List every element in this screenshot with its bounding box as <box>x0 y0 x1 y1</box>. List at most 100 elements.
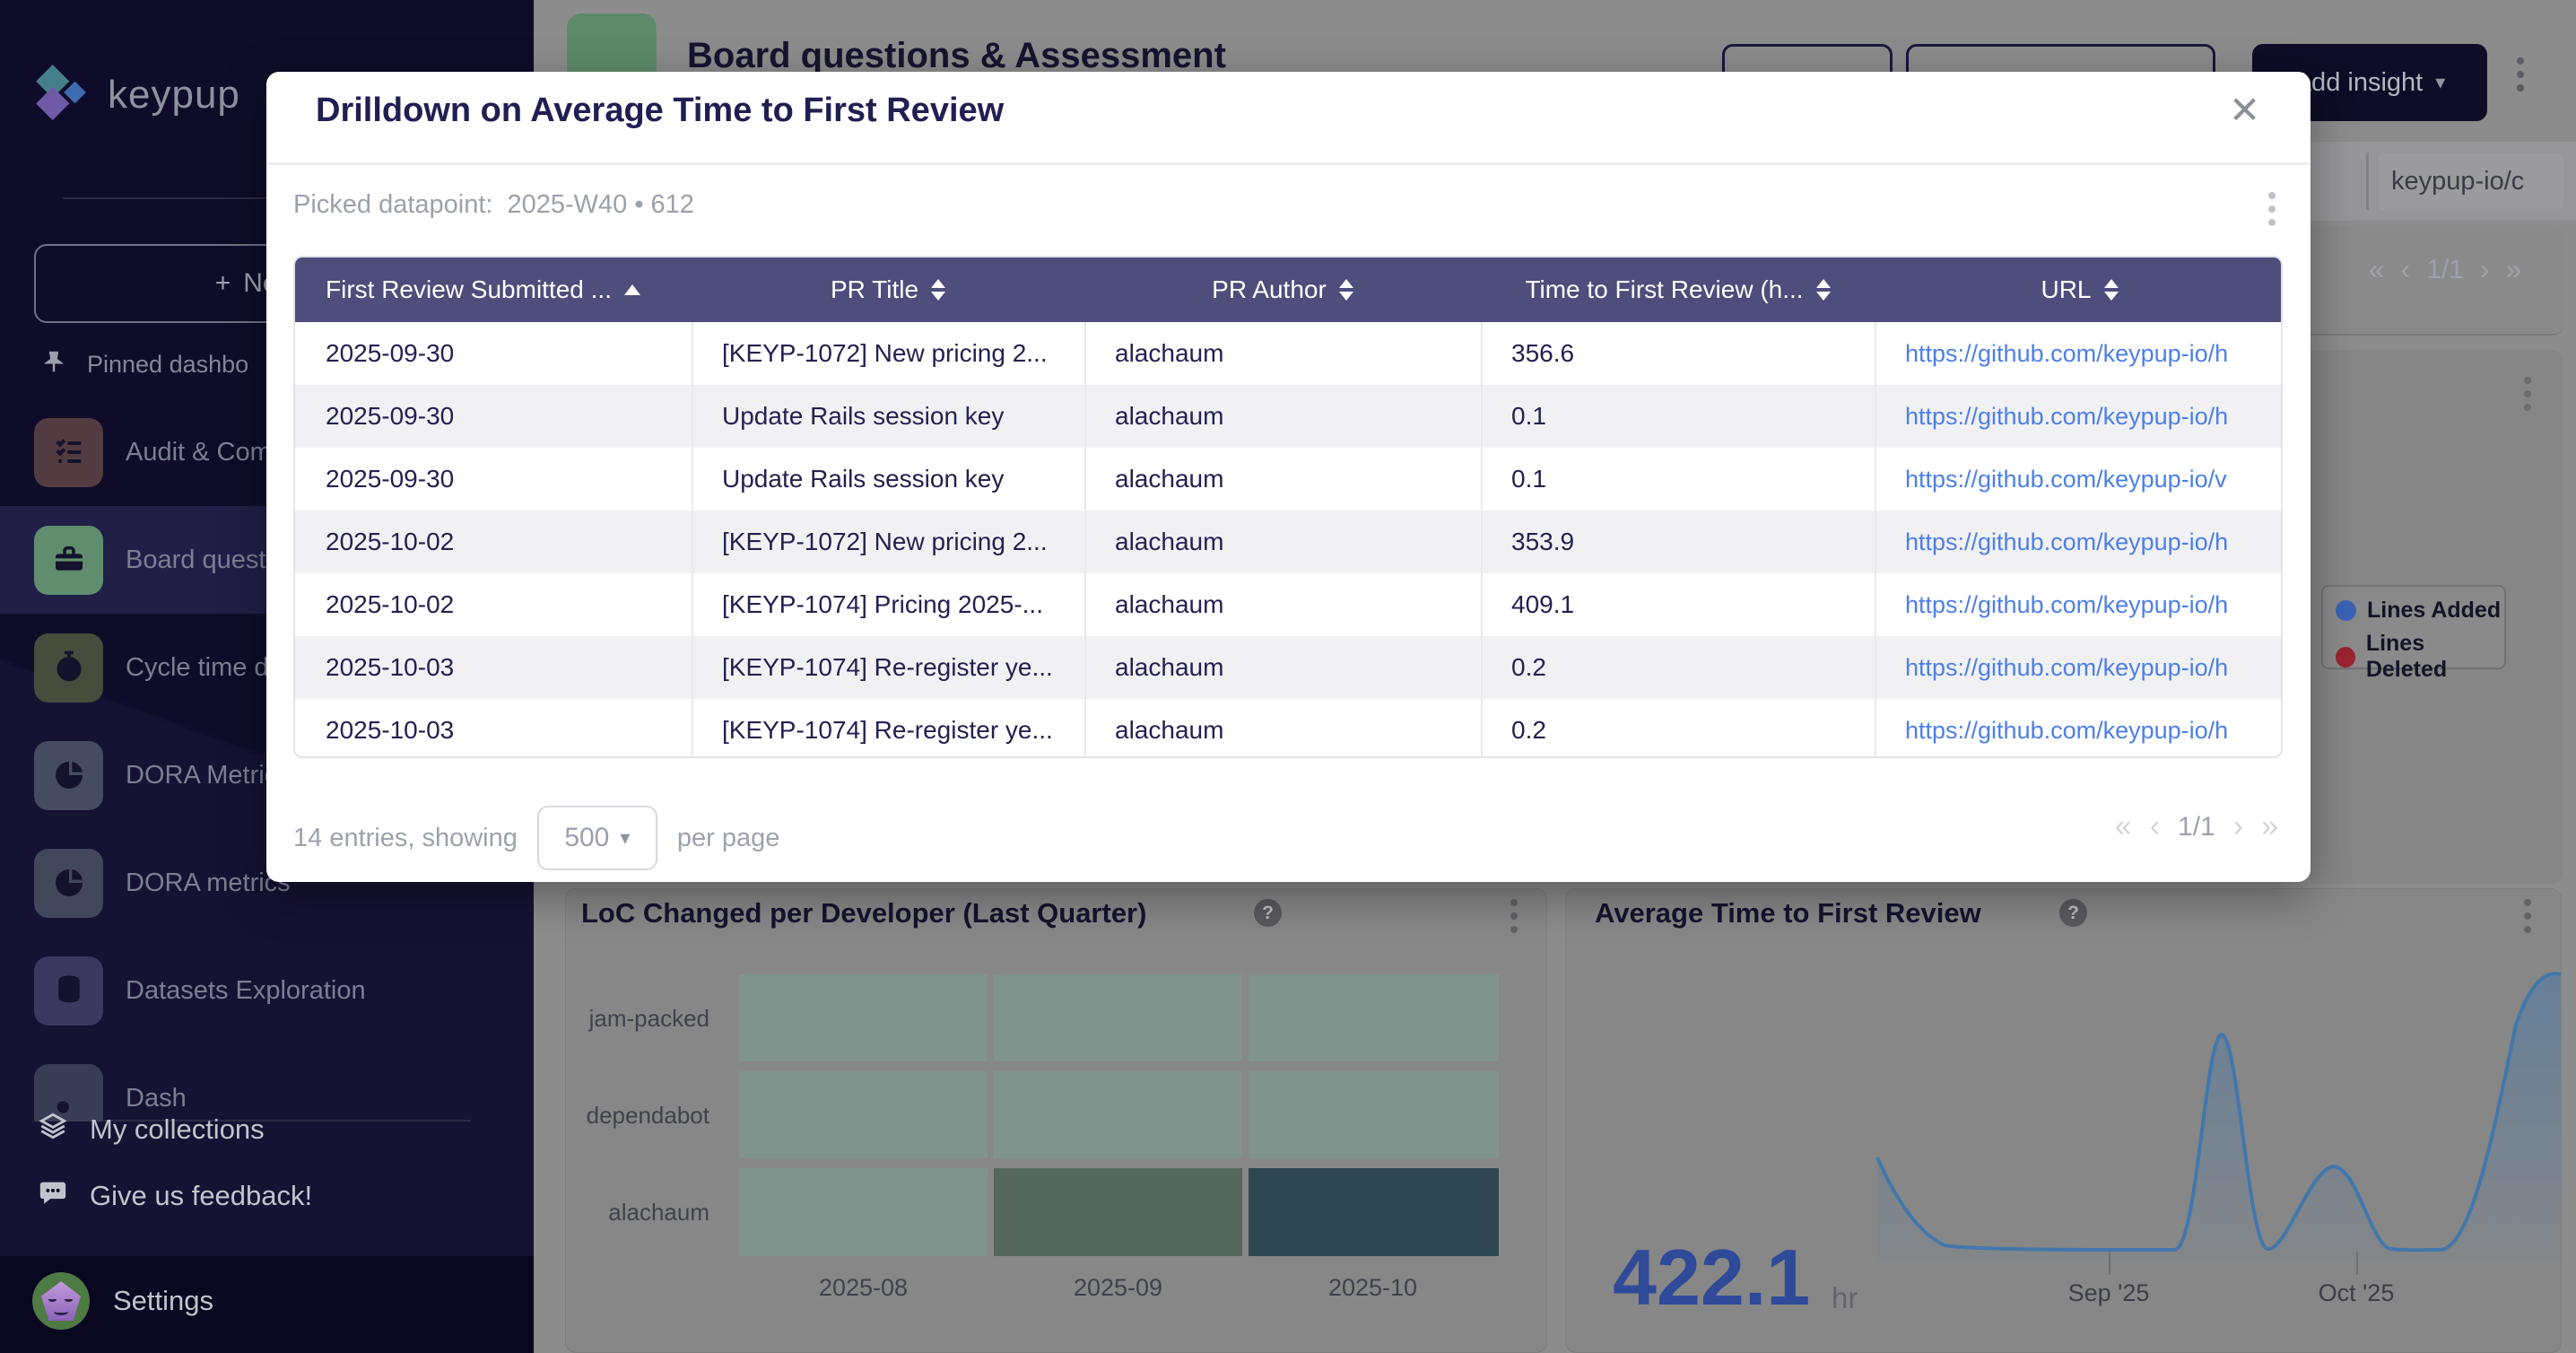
modal-kebab-icon[interactable] <box>2268 192 2276 226</box>
card-kebab-icon[interactable] <box>2524 377 2531 411</box>
pinned-dashboards-header[interactable]: Pinned dashbo <box>40 348 248 381</box>
first-page-icon[interactable]: « <box>2115 809 2132 844</box>
heatmap-cell[interactable] <box>994 1071 1242 1158</box>
modal-title: Drilldown on Average Time to First Revie… <box>316 92 1004 130</box>
heatmap-cell[interactable] <box>1249 1071 1499 1158</box>
first-page-icon[interactable]: « <box>2369 253 2385 286</box>
chat-bubble-icon <box>38 1177 68 1215</box>
prev-page-icon[interactable]: ‹ <box>2150 809 2160 844</box>
column-header-url[interactable]: URL <box>1875 258 2283 322</box>
toolbar-kebab-icon[interactable] <box>2517 57 2524 92</box>
heatmap-col-label: 2025-08 <box>739 1274 988 1302</box>
screen: keypup + New d Pinned dashbo <box>0 0 2576 1353</box>
table-header: First Review Submitted ... PR Title PR A… <box>295 258 2283 322</box>
close-icon[interactable]: ✕ <box>2229 88 2260 132</box>
next-page-icon[interactable]: › <box>2233 809 2243 844</box>
sidebar-item-settings[interactable]: Settings <box>32 1272 213 1330</box>
help-icon[interactable]: ? <box>2059 899 2087 927</box>
cell-url-link[interactable]: https://github.com/keypup-io/h <box>1875 511 2283 573</box>
column-header-first-review[interactable]: First Review Submitted ... <box>295 258 692 322</box>
cell-time: 356.6 <box>1481 322 1875 385</box>
cell-title: Update Rails session key <box>692 385 1084 448</box>
plus-icon: + <box>215 268 231 299</box>
repo-filter-chip[interactable]: keypup-io/c <box>2379 153 2563 210</box>
line-chart-title: Average Time to First Review <box>1595 897 1981 930</box>
card-kebab-icon[interactable] <box>2524 899 2531 933</box>
sort-icon <box>2104 279 2119 301</box>
cell-url-link[interactable]: https://github.com/keypup-io/h <box>1875 636 2283 699</box>
headline-metric: 422.1 <box>1613 1238 1810 1317</box>
line-chart[interactable] <box>1866 951 2562 1310</box>
next-page-icon[interactable]: › <box>2480 253 2490 286</box>
column-header-time-to-review[interactable]: Time to First Review (h... <box>1481 258 1875 322</box>
x-tick <box>2356 1252 2358 1275</box>
cell-time: 0.2 <box>1481 699 1875 758</box>
table-row[interactable]: 2025-10-02 [KEYP-1074] Pricing 2025-... … <box>295 573 2283 636</box>
heatmap-cell[interactable] <box>1249 974 1499 1061</box>
heatmap-row-label: dependabot <box>530 1102 709 1130</box>
table-row[interactable]: 2025-09-30 Update Rails session key alac… <box>295 385 2283 448</box>
column-label: PR Author <box>1212 275 1327 304</box>
legend-item: Lines Added <box>2336 598 2504 624</box>
pie-chart-icon <box>34 849 103 918</box>
sidebar-item-label: DORA Metric <box>126 761 277 790</box>
help-icon[interactable]: ? <box>1254 899 1282 927</box>
heatmap-cell[interactable] <box>994 974 1242 1061</box>
cell-date: 2025-10-03 <box>295 699 692 758</box>
cell-author: alachaum <box>1084 511 1481 573</box>
heatmap-cell[interactable] <box>739 974 988 1061</box>
sidebar-item-datasets-exploration[interactable]: Datasets Exploration <box>0 937 534 1044</box>
heatmap-cell[interactable] <box>739 1071 988 1158</box>
card-kebab-icon[interactable] <box>1510 899 1518 933</box>
cell-date: 2025-10-02 <box>295 511 692 573</box>
cell-url-link[interactable]: https://github.com/keypup-io/h <box>1875 699 2283 758</box>
column-divider <box>1875 322 1876 756</box>
cell-url-link[interactable]: https://github.com/keypup-io/v <box>1875 448 2283 511</box>
column-header-pr-author[interactable]: PR Author <box>1084 258 1481 322</box>
table-row[interactable]: 2025-10-02 [KEYP-1072] New pricing 2... … <box>295 511 2283 573</box>
sort-icon <box>931 279 945 301</box>
page-size-value: 500 <box>564 823 609 853</box>
sort-icon <box>1816 279 1831 301</box>
sidebar-item-my-collections[interactable]: My collections <box>38 1111 265 1148</box>
chart-legend: Lines Added Lines Deleted <box>2321 585 2506 669</box>
table-row[interactable]: 2025-10-03 [KEYP-1074] Re-register ye...… <box>295 636 2283 699</box>
heatmap-cell[interactable] <box>1249 1168 1499 1256</box>
table-row[interactable]: 2025-09-30 Update Rails session key alac… <box>295 448 2283 511</box>
my-collections-label: My collections <box>90 1113 265 1146</box>
cell-url-link[interactable]: https://github.com/keypup-io/h <box>1875 573 2283 636</box>
heatmap-row-label: jam-packed <box>530 1005 709 1033</box>
table-row[interactable]: 2025-09-30 [KEYP-1072] New pricing 2... … <box>295 322 2283 385</box>
heatmap-cell[interactable] <box>739 1168 988 1256</box>
cell-title: [KEYP-1074] Re-register ye... <box>692 699 1084 758</box>
heatmap-cell[interactable] <box>994 1168 1242 1256</box>
brand-name: keypup <box>108 73 240 118</box>
entries-count-label: 14 entries, showing <box>293 824 518 853</box>
heatmap-col-label: 2025-09 <box>994 1274 1242 1302</box>
sidebar-item-label: DORA metrics <box>126 869 291 898</box>
background-pagination: « ‹ 1/1 › » <box>2328 253 2562 286</box>
page-size-select[interactable]: 500 ▾ <box>537 806 657 870</box>
sidebar-item-label: Dash <box>126 1084 187 1113</box>
pie-chart-icon <box>34 741 103 810</box>
filter-bar-divider <box>2366 153 2369 210</box>
last-page-icon[interactable]: » <box>2261 809 2278 844</box>
legend-label: Lines Added <box>2367 598 2501 624</box>
brand-logo[interactable]: keypup <box>32 65 240 125</box>
cell-url-link[interactable]: https://github.com/keypup-io/h <box>1875 385 2283 448</box>
table-row[interactable]: 2025-10-03 [KEYP-1074] Re-register ye...… <box>295 699 2283 758</box>
cell-time: 0.1 <box>1481 448 1875 511</box>
picked-datapoint-label: Picked datapoint: <box>293 190 492 220</box>
sidebar-item-label: Cycle time d <box>126 653 269 683</box>
column-header-pr-title[interactable]: PR Title <box>692 258 1084 322</box>
pin-icon <box>40 348 67 381</box>
cell-author: alachaum <box>1084 448 1481 511</box>
database-icon <box>34 956 103 1026</box>
cell-url-link[interactable]: https://github.com/keypup-io/h <box>1875 322 2283 385</box>
sidebar-item-feedback[interactable]: Give us feedback! <box>38 1177 312 1215</box>
headline-metric-unit: hr <box>1832 1281 1858 1315</box>
prev-page-icon[interactable]: ‹ <box>2400 253 2410 286</box>
keypup-logo-icon <box>32 65 88 125</box>
last-page-icon[interactable]: » <box>2506 253 2522 286</box>
chevron-down-icon: ▾ <box>620 826 630 850</box>
